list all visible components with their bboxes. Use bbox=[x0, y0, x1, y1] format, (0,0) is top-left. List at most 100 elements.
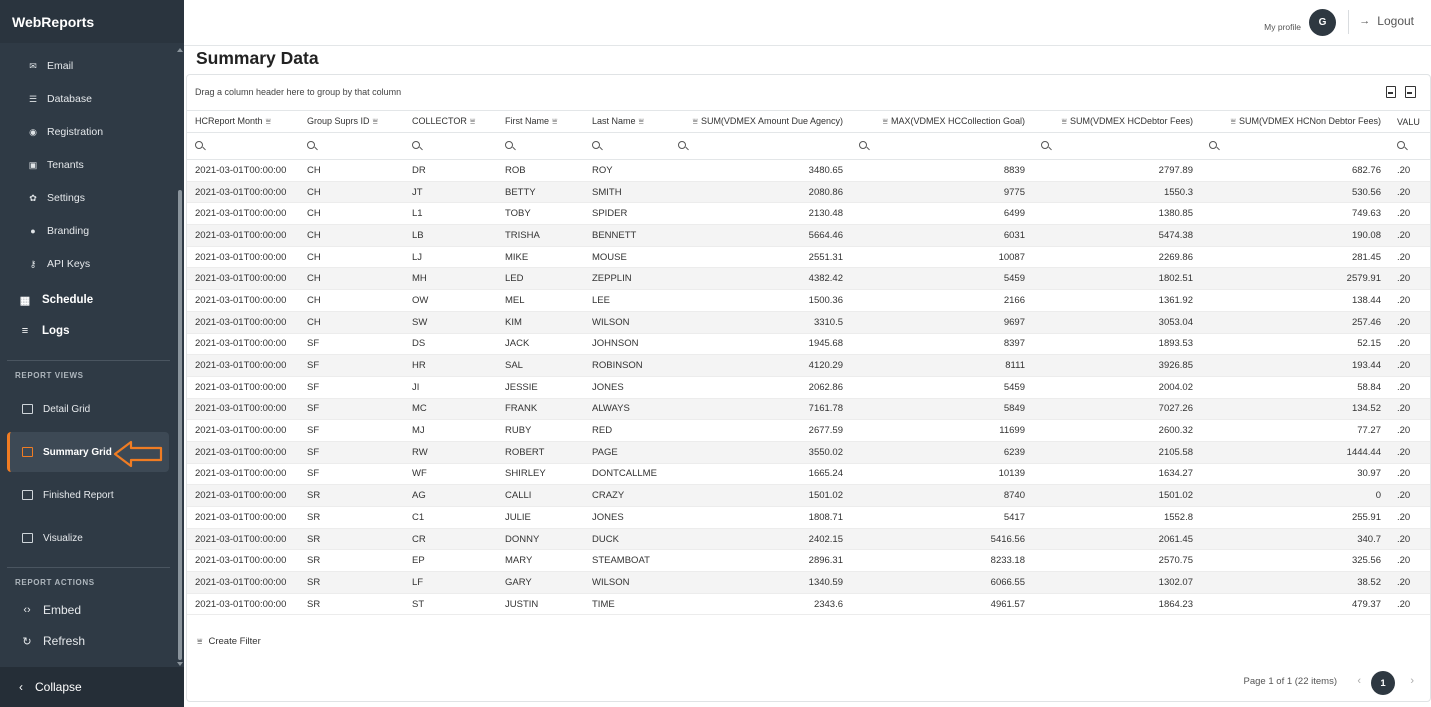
table-cell[interactable]: 2021-03-01T00:00:00 bbox=[187, 398, 299, 421]
table-cell[interactable]: ALWAYS bbox=[584, 398, 670, 421]
table-row[interactable]: 2021-03-01T00:00:00 SF RW ROBERT PAGE 3550.02… bbox=[187, 441, 1430, 464]
table-cell[interactable]: 8233.18 bbox=[851, 549, 1033, 573]
table-cell[interactable]: 2021-03-01T00:00:00 bbox=[187, 463, 299, 486]
filter-icon[interactable]: ⩸ bbox=[1061, 116, 1066, 127]
table-cell[interactable]: 7027.26 bbox=[1033, 398, 1201, 421]
table-cell[interactable]: FRANK bbox=[497, 398, 584, 421]
table-cell[interactable]: MOUSE bbox=[584, 246, 670, 269]
table-row[interactable]: 2021-03-01T00:00:00 SR CR DONNY DUCK 2402.15 5… bbox=[187, 528, 1430, 551]
table-cell[interactable]: .20 bbox=[1389, 506, 1430, 529]
table-cell[interactable]: SF bbox=[299, 419, 404, 442]
table-cell[interactable]: SR bbox=[299, 593, 404, 616]
filter-icon[interactable]: ⩸ bbox=[470, 116, 475, 127]
table-cell[interactable]: .20 bbox=[1389, 202, 1430, 226]
chevron-left-icon[interactable]: ‹ bbox=[1357, 675, 1361, 687]
table-cell[interactable]: 5459 bbox=[851, 267, 1033, 291]
table-cell[interactable]: 2021-03-01T00:00:00 bbox=[187, 376, 299, 399]
table-cell[interactable]: .20 bbox=[1389, 571, 1430, 594]
table-cell[interactable]: 2080.86 bbox=[670, 181, 851, 204]
table-cell[interactable]: 38.52 bbox=[1201, 571, 1389, 594]
table-row[interactable]: 2021-03-01T00:00:00 CH OW MEL LEE 1500.36 2166… bbox=[187, 289, 1430, 312]
table-cell[interactable]: BETTY bbox=[497, 181, 584, 204]
table-cell[interactable]: SR bbox=[299, 571, 404, 594]
column-header[interactable]: ⩸ SUM(VDMEX HCDebtor Fees) bbox=[1033, 110, 1201, 133]
collapse-button[interactable]: ‹ Collapse bbox=[0, 667, 184, 707]
table-row[interactable]: 2021-03-01T00:00:00 SR ST JUSTIN TIME 2343.6 4… bbox=[187, 593, 1430, 616]
table-cell[interactable]: 3926.85 bbox=[1033, 354, 1201, 377]
table-cell[interactable]: MH bbox=[404, 267, 497, 291]
table-cell[interactable]: 193.44 bbox=[1201, 354, 1389, 377]
table-cell[interactable]: 1893.53 bbox=[1033, 333, 1201, 356]
table-cell[interactable]: .20 bbox=[1389, 159, 1430, 182]
table-cell[interactable]: 749.63 bbox=[1201, 202, 1389, 226]
table-cell[interactable]: 2021-03-01T00:00:00 bbox=[187, 506, 299, 529]
filter-icon[interactable]: ⩸ bbox=[692, 116, 697, 127]
table-cell[interactable]: ROBERT bbox=[497, 441, 584, 464]
table-cell[interactable]: L1 bbox=[404, 202, 497, 226]
table-cell[interactable]: 1500.36 bbox=[670, 289, 851, 312]
table-cell[interactable]: SF bbox=[299, 333, 404, 356]
filter-icon[interactable]: ⩸ bbox=[266, 116, 271, 127]
table-cell[interactable]: 8740 bbox=[851, 484, 1033, 507]
column-header[interactable]: Group Suprs ID ⩸ bbox=[299, 110, 404, 133]
export-excel-icon[interactable] bbox=[1405, 86, 1416, 98]
table-cell[interactable]: JUSTIN bbox=[497, 593, 584, 616]
table-cell[interactable]: 134.52 bbox=[1201, 398, 1389, 421]
table-row[interactable]: 2021-03-01T00:00:00 SF MC FRANK ALWAYS 7161.7… bbox=[187, 398, 1430, 421]
table-cell[interactable]: 2021-03-01T00:00:00 bbox=[187, 549, 299, 573]
table-row[interactable]: 2021-03-01T00:00:00 SF HR SAL ROBINSON 4120.2… bbox=[187, 354, 1430, 377]
table-cell[interactable]: 682.76 bbox=[1201, 159, 1389, 182]
table-cell[interactable]: SR bbox=[299, 506, 404, 529]
table-cell[interactable]: .20 bbox=[1389, 246, 1430, 269]
table-cell[interactable]: 2021-03-01T00:00:00 bbox=[187, 311, 299, 334]
table-cell[interactable]: 1634.27 bbox=[1033, 463, 1201, 486]
table-cell[interactable]: 2021-03-01T00:00:00 bbox=[187, 202, 299, 226]
table-cell[interactable]: 77.27 bbox=[1201, 419, 1389, 442]
table-cell[interactable]: 2402.15 bbox=[670, 528, 851, 551]
filter-icon[interactable]: ⩸ bbox=[1230, 116, 1235, 127]
table-cell[interactable]: 2062.86 bbox=[670, 376, 851, 399]
table-cell[interactable]: MEL bbox=[497, 289, 584, 312]
table-cell[interactable]: 2579.91 bbox=[1201, 267, 1389, 291]
table-cell[interactable]: 2021-03-01T00:00:00 bbox=[187, 181, 299, 204]
filter-cell[interactable] bbox=[299, 132, 404, 160]
table-cell[interactable]: 9775 bbox=[851, 181, 1033, 204]
filter-cell[interactable] bbox=[584, 132, 670, 160]
table-cell[interactable]: 3550.02 bbox=[670, 441, 851, 464]
table-row[interactable]: 2021-03-01T00:00:00 CH LB TRISHA BENNETT 5664… bbox=[187, 224, 1430, 247]
column-header[interactable]: ⩸ MAX(VDMEX HCCollection Goal) bbox=[851, 110, 1033, 133]
filter-cell[interactable] bbox=[1033, 132, 1201, 160]
table-cell[interactable]: 6031 bbox=[851, 224, 1033, 247]
sidebar-item-branding[interactable]: ● Branding bbox=[0, 220, 178, 242]
table-cell[interactable]: 4382.42 bbox=[670, 267, 851, 291]
table-cell[interactable]: 2021-03-01T00:00:00 bbox=[187, 593, 299, 616]
table-cell[interactable]: 2021-03-01T00:00:00 bbox=[187, 571, 299, 594]
table-row[interactable]: 2021-03-01T00:00:00 CH L1 TOBY SPIDER 2130.48… bbox=[187, 202, 1430, 226]
table-cell[interactable]: .20 bbox=[1389, 289, 1430, 312]
table-cell[interactable]: 6499 bbox=[851, 202, 1033, 226]
table-cell[interactable]: .20 bbox=[1389, 398, 1430, 421]
table-cell[interactable]: 6066.55 bbox=[851, 571, 1033, 594]
table-cell[interactable]: 2021-03-01T00:00:00 bbox=[187, 354, 299, 377]
table-cell[interactable]: DONNY bbox=[497, 528, 584, 551]
table-cell[interactable]: 2021-03-01T00:00:00 bbox=[187, 159, 299, 182]
table-cell[interactable]: SR bbox=[299, 549, 404, 573]
group-panel[interactable]: Drag a column header here to group by th… bbox=[187, 75, 1430, 110]
table-cell[interactable]: C1 bbox=[404, 506, 497, 529]
table-cell[interactable]: 9697 bbox=[851, 311, 1033, 334]
table-cell[interactable]: SMITH bbox=[584, 181, 670, 204]
page-button[interactable]: 1 bbox=[1371, 671, 1395, 695]
table-cell[interactable]: LJ bbox=[404, 246, 497, 269]
table-cell[interactable]: EP bbox=[404, 549, 497, 573]
table-cell[interactable]: PAGE bbox=[584, 441, 670, 464]
sidebar-item-detail-grid[interactable]: Detail Grid bbox=[7, 389, 169, 429]
table-cell[interactable]: 30.97 bbox=[1201, 463, 1389, 486]
table-cell[interactable]: CRAZY bbox=[584, 484, 670, 507]
table-cell[interactable]: .20 bbox=[1389, 354, 1430, 377]
table-cell[interactable]: CH bbox=[299, 246, 404, 269]
table-cell[interactable]: JI bbox=[404, 376, 497, 399]
filter-cell[interactable] bbox=[497, 132, 584, 160]
sidebar-item-database[interactable]: ☰ Database bbox=[0, 88, 178, 110]
table-cell[interactable]: 5416.56 bbox=[851, 528, 1033, 551]
table-cell[interactable]: 530.56 bbox=[1201, 181, 1389, 204]
